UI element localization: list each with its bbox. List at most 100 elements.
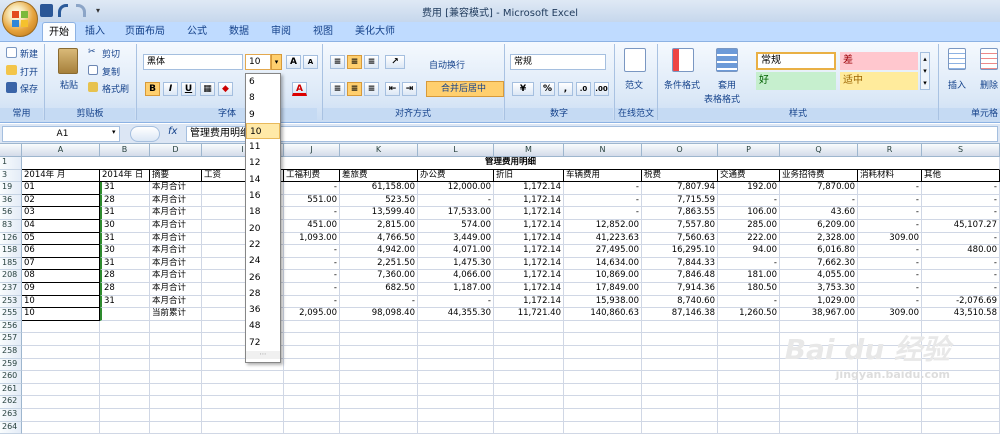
table-cell[interactable]: 106.00 (718, 207, 780, 220)
styles-scroll-button[interactable]: ▴ ▾ ▾ (920, 52, 930, 90)
table-cell[interactable] (418, 346, 494, 359)
table-cell[interactable] (202, 409, 284, 422)
align-bottom-button[interactable]: ≡ (364, 55, 379, 69)
table-cell[interactable]: 180.50 (718, 283, 780, 296)
table-cell[interactable]: 31 (100, 182, 150, 195)
row-header-126[interactable]: 126 (0, 232, 22, 246)
increase-indent-button[interactable]: ⇥ (402, 82, 417, 96)
conditional-format-button[interactable]: 条件格式 (664, 78, 700, 91)
table-cell[interactable] (340, 421, 418, 434)
table-cell[interactable]: 41,223.63 (564, 232, 642, 246)
column-title-cell[interactable]: 差旅费 (340, 169, 418, 183)
table-cell[interactable] (858, 396, 922, 409)
font-size-option[interactable]: 24 (246, 253, 280, 269)
table-cell[interactable]: - (284, 295, 340, 309)
column-header-K[interactable]: K (340, 144, 418, 157)
table-cell[interactable]: 1,172.14 (494, 232, 564, 246)
table-format-button[interactable]: 套用 (718, 78, 736, 91)
table-cell[interactable] (922, 383, 1000, 397)
row-header-3[interactable]: 3 (0, 169, 22, 183)
table-cell[interactable]: - (858, 245, 922, 258)
row-header-262[interactable]: 262 (0, 396, 22, 409)
row-header-253[interactable]: 253 (0, 295, 22, 309)
table-cell[interactable]: 27,495.00 (564, 245, 642, 258)
table-cell[interactable]: - (284, 257, 340, 271)
tab-formulas[interactable]: 公式 (180, 22, 214, 42)
font-size-option[interactable]: 9 (246, 107, 280, 123)
table-cell[interactable]: - (284, 283, 340, 296)
align-right-button[interactable]: ≡ (364, 82, 379, 96)
table-cell[interactable] (922, 396, 1000, 409)
table-cell[interactable] (642, 396, 718, 409)
paste-button[interactable]: 粘贴 (60, 78, 78, 91)
table-cell[interactable] (564, 358, 642, 372)
table-cell[interactable]: - (922, 270, 1000, 283)
table-cell[interactable]: 7,807.94 (642, 182, 718, 195)
table-cell[interactable]: 17,533.00 (418, 207, 494, 220)
table-cell[interactable]: 1,172.14 (494, 182, 564, 195)
table-cell[interactable]: 1,187.00 (418, 283, 494, 296)
font-size-option[interactable]: 6 (246, 74, 280, 90)
table-cell[interactable] (564, 383, 642, 397)
table-cell[interactable] (100, 396, 150, 409)
column-title-cell[interactable]: 税费 (642, 169, 718, 183)
table-cell[interactable]: - (284, 182, 340, 195)
table-cell[interactable] (22, 421, 100, 434)
align-left-button[interactable]: ≡ (330, 82, 345, 96)
table-cell[interactable] (642, 333, 718, 346)
table-cell[interactable]: - (284, 207, 340, 220)
table-cell[interactable]: - (922, 194, 1000, 208)
table-cell[interactable]: 02 (22, 194, 100, 208)
table-cell[interactable] (202, 421, 284, 434)
table-cell[interactable] (100, 333, 150, 346)
font-size-option[interactable]: 20 (246, 221, 280, 237)
font-size-option[interactable]: 22 (246, 237, 280, 253)
table-cell[interactable] (150, 383, 202, 397)
table-cell[interactable]: 7,870.00 (780, 182, 858, 195)
table-cell[interactable]: - (284, 270, 340, 283)
table-cell[interactable]: 1,093.00 (284, 232, 340, 246)
table-cell[interactable]: 309.00 (858, 308, 922, 321)
table-cell[interactable] (418, 421, 494, 434)
table-cell[interactable]: 480.00 (922, 245, 1000, 258)
table-cell[interactable]: 6,016.80 (780, 245, 858, 258)
table-cell[interactable]: 551.00 (284, 194, 340, 208)
table-cell[interactable] (564, 396, 642, 409)
table-cell[interactable]: 192.00 (718, 182, 780, 195)
decrease-indent-button[interactable]: ⇤ (385, 82, 400, 96)
formula-bar-resize-handle[interactable] (130, 126, 160, 142)
table-cell[interactable] (284, 371, 340, 384)
save-button[interactable]: 保存 (20, 82, 38, 95)
column-title-cell[interactable]: 工福利费 (284, 169, 340, 183)
table-cell[interactable]: 61,158.00 (340, 182, 418, 195)
table-cell[interactable]: 1,172.14 (494, 270, 564, 283)
table-cell[interactable] (340, 371, 418, 384)
table-cell[interactable]: 本月合计 (150, 207, 202, 220)
name-box-dropdown-icon[interactable]: ▾ (112, 128, 116, 136)
align-top-button[interactable]: ≡ (330, 55, 345, 69)
table-cell[interactable]: 98,098.40 (340, 308, 418, 321)
table-cell[interactable]: 87,146.38 (642, 308, 718, 321)
tab-home[interactable]: 开始 (42, 22, 76, 42)
table-cell[interactable] (718, 409, 780, 422)
table-cell[interactable] (22, 409, 100, 422)
table-cell[interactable]: 31 (100, 295, 150, 309)
table-cell[interactable]: 7,715.59 (642, 194, 718, 208)
font-size-option[interactable]: 18 (246, 204, 280, 220)
font-size-option[interactable]: 28 (246, 286, 280, 302)
row-header-237[interactable]: 237 (0, 283, 22, 296)
table-cell[interactable] (418, 409, 494, 422)
table-cell[interactable] (22, 396, 100, 409)
table-cell[interactable] (922, 421, 1000, 434)
table-cell[interactable]: - (858, 270, 922, 283)
table-cell[interactable] (564, 333, 642, 346)
table-cell[interactable] (494, 421, 564, 434)
table-cell[interactable] (340, 358, 418, 372)
table-cell[interactable] (202, 371, 284, 384)
table-cell[interactable] (494, 409, 564, 422)
column-title-cell[interactable]: 车辆费用 (564, 169, 642, 183)
tab-page-layout[interactable]: 页面布局 (118, 22, 172, 42)
row-header-264[interactable]: 264 (0, 421, 22, 434)
merge-center-button[interactable]: 合并后居中 (426, 81, 504, 97)
style-normal[interactable]: 常规 (756, 52, 836, 70)
